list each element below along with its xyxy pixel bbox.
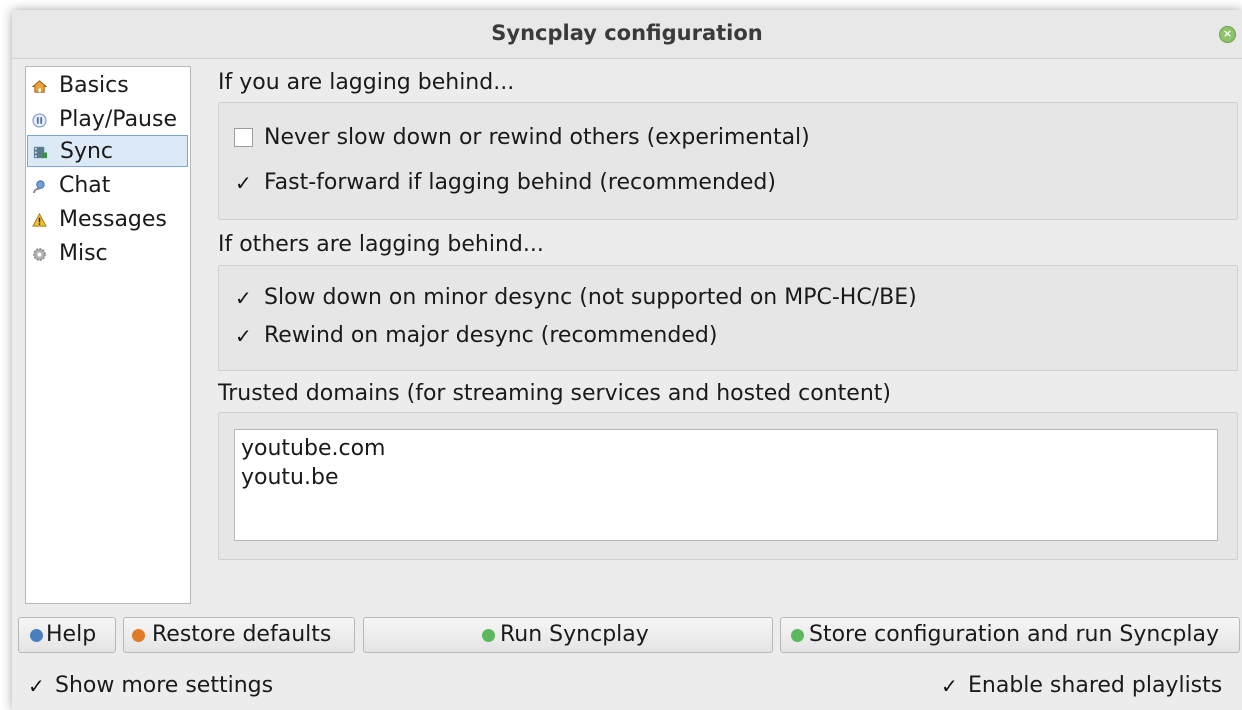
help-icon — [30, 629, 43, 642]
nav-item-basics[interactable]: Basics — [27, 70, 188, 102]
domain-line: youtube.com — [241, 436, 386, 461]
trusted-domains-textarea[interactable]: youtube.com youtu.be — [234, 429, 1218, 541]
checkbox-label: Enable shared playlists — [968, 673, 1223, 698]
checkbox-checked[interactable] — [234, 167, 253, 199]
nav-item-label: Misc — [59, 241, 108, 266]
help-button[interactable]: Help — [18, 617, 116, 653]
help-button-label: Help — [46, 622, 97, 647]
warning-icon — [32, 213, 47, 227]
lagging-others-group — [218, 265, 1238, 371]
store-run-icon — [791, 629, 804, 642]
config-window: Syncplay configuration × Basics Play/Pau… — [12, 10, 1242, 710]
close-icon[interactable]: × — [1219, 26, 1236, 43]
checkbox-label: Never slow down or rewind others (experi… — [264, 125, 810, 150]
nav-item-label: Sync — [60, 139, 114, 164]
run-button-label: Run Syncplay — [500, 622, 649, 647]
nav-item-label: Chat — [59, 173, 111, 198]
nav-item-chat[interactable]: Chat — [27, 170, 188, 202]
checkbox-label: Rewind on major desync (recommended) — [264, 323, 718, 348]
lagging-others-label: If others are lagging behind... — [218, 232, 544, 257]
checkbox-unchecked[interactable] — [234, 128, 253, 147]
nav-item-sync[interactable]: Sync — [27, 135, 188, 167]
checkbox-checked[interactable] — [27, 670, 46, 702]
house-icon — [32, 80, 47, 93]
restore-icon — [132, 629, 145, 642]
nav-item-messages[interactable]: Messages — [27, 204, 188, 236]
restore-button-label: Restore defaults — [152, 622, 332, 647]
gear-icon — [33, 248, 46, 261]
chat-icon — [32, 180, 45, 194]
trusted-domains-label: Trusted domains (for streaming services … — [218, 381, 891, 406]
nav-item-misc[interactable]: Misc — [27, 238, 188, 270]
run-icon — [482, 629, 495, 642]
restore-defaults-button[interactable]: Restore defaults — [123, 617, 355, 653]
checkbox-checked[interactable] — [234, 282, 253, 314]
title-bar: Syncplay configuration × — [12, 10, 1242, 59]
film-strip-icon — [33, 146, 48, 159]
checkbox-label: Slow down on minor desync (not supported… — [264, 285, 917, 310]
store-run-button-label: Store configuration and run Syncplay — [809, 622, 1219, 647]
settings-nav: Basics Play/Pause Sync Chat Messages Mis… — [25, 66, 191, 604]
pause-icon — [32, 113, 47, 128]
checkbox-checked[interactable] — [234, 320, 253, 352]
store-and-run-button[interactable]: Store configuration and run Syncplay — [780, 617, 1240, 653]
nav-item-label: Messages — [59, 207, 167, 232]
nav-item-label: Basics — [59, 73, 129, 98]
window-title: Syncplay configuration — [491, 21, 763, 45]
nav-item-label: Play/Pause — [59, 107, 177, 132]
nav-item-play-pause[interactable]: Play/Pause — [27, 104, 188, 136]
checkbox-label: Fast-forward if lagging behind (recommen… — [264, 170, 776, 195]
checkbox-label: Show more settings — [55, 673, 274, 698]
run-syncplay-button[interactable]: Run Syncplay — [363, 617, 773, 653]
domain-line: youtu.be — [241, 465, 339, 490]
checkbox-checked[interactable] — [940, 670, 959, 702]
lagging-self-label: If you are lagging behind... — [218, 70, 515, 95]
lagging-self-group — [218, 102, 1238, 220]
